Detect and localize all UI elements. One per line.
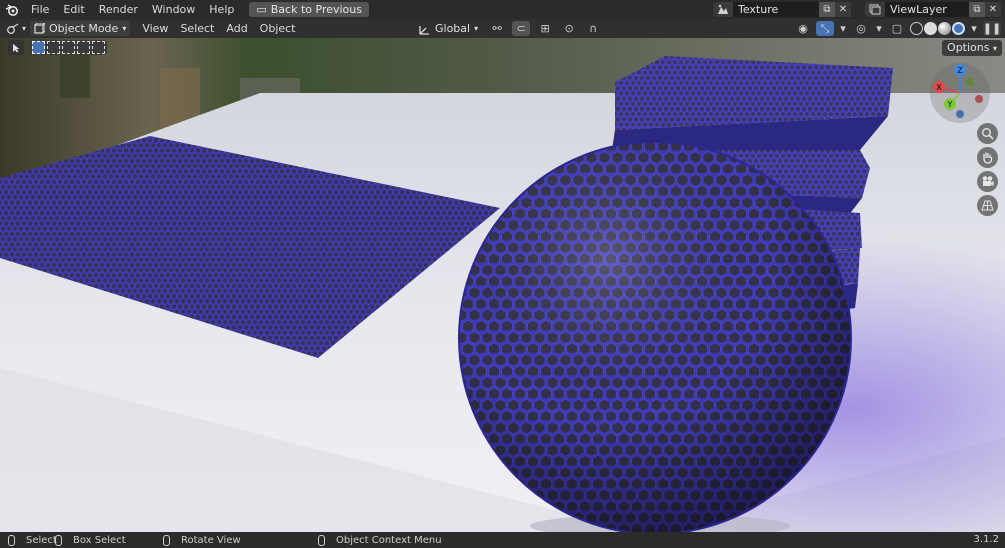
options-label: Options — [947, 41, 990, 54]
zoom-icon[interactable] — [977, 123, 998, 144]
solid-shading-icon[interactable] — [924, 22, 937, 35]
snap-target-icon[interactable]: ⊞ — [536, 21, 554, 36]
mouse-middle-icon — [163, 534, 170, 546]
status-rotate-view: Rotate View — [163, 532, 241, 548]
select-new-icon[interactable] — [32, 41, 45, 54]
menu-select[interactable]: Select — [174, 19, 220, 38]
rendered-shading-icon[interactable] — [952, 22, 965, 35]
scene-name-field[interactable]: Texture — [733, 2, 819, 17]
select-extend-icon[interactable] — [47, 41, 60, 54]
status-select: Select — [8, 532, 57, 548]
editor-type-dropdown[interactable]: ▾ — [6, 22, 27, 35]
status-bar: Select Box Select Rotate View Object Con… — [0, 532, 1005, 548]
shading-modes — [910, 22, 965, 35]
xray-icon[interactable]: ▢ — [888, 21, 906, 36]
3d-viewport-icon — [7, 22, 19, 34]
duplicate-scene-icon[interactable]: ⧉ — [819, 2, 835, 17]
select-intersect-icon[interactable] — [92, 41, 105, 54]
menu-object[interactable]: Object — [254, 19, 302, 38]
chevron-down-icon[interactable]: ▾ — [874, 21, 884, 36]
transform-orientation-dropdown[interactable]: Global ▾ — [414, 21, 482, 36]
status-box-select-label: Box Select — [73, 534, 126, 546]
menu-view[interactable]: View — [136, 19, 174, 38]
status-box-select: Box Select — [55, 532, 126, 548]
viewport-tool-row — [8, 40, 107, 55]
back-to-previous-label: Back to Previous — [270, 3, 362, 16]
status-select-label: Select — [26, 534, 57, 546]
gizmo-toggle-icon[interactable]: ⤡ — [816, 21, 834, 36]
select-subtract-icon[interactable] — [62, 41, 75, 54]
object-mode-icon — [34, 23, 46, 34]
transform-tools: Global ▾ ⚯ ⊂ ⊞ ⊙ ∩ — [410, 19, 602, 38]
viewport-display-controls: ◉ ⤡ ▾ ◎ ▾ ▢ ▾ ❚❚ — [794, 19, 1005, 38]
rendered-scene — [0, 38, 1005, 532]
orientation-label: Global — [435, 22, 471, 35]
status-context-menu: Object Context Menu — [318, 532, 442, 548]
falloff-icon[interactable]: ∩ — [584, 21, 602, 36]
visibility-icon[interactable]: ◉ — [794, 21, 812, 36]
viewlayer-icon[interactable] — [865, 2, 885, 17]
chevron-down-icon: ▾ — [474, 24, 479, 33]
scene-selector: Texture ⧉ ✕ — [713, 2, 851, 17]
screen-icon: ▭ — [256, 3, 267, 16]
3d-viewport[interactable]: Options ▾ Z X Y — [0, 38, 1005, 532]
snap-icon[interactable]: ⊂ — [512, 21, 531, 36]
menu-edit[interactable]: Edit — [56, 0, 91, 19]
select-tool-icon[interactable] — [8, 40, 24, 55]
delete-viewlayer-icon[interactable]: ✕ — [985, 2, 1001, 17]
chevron-down-icon: ▾ — [22, 24, 27, 33]
chevron-down-icon: ▾ — [992, 44, 997, 53]
viewlayer-selector: ViewLayer ⧉ ✕ — [865, 2, 1001, 17]
chevron-down-icon: ▾ — [122, 24, 127, 33]
status-context-menu-label: Object Context Menu — [336, 534, 442, 546]
pan-hand-icon[interactable] — [977, 147, 998, 168]
viewlayer-name-field[interactable]: ViewLayer — [885, 2, 969, 17]
navigation-gizmo[interactable]: Z X Y — [929, 62, 991, 124]
material-preview-icon[interactable] — [938, 22, 951, 35]
orientation-icon — [419, 25, 429, 35]
menu-window[interactable]: Window — [145, 0, 202, 19]
delete-scene-icon[interactable]: ✕ — [835, 2, 851, 17]
pivot-point-icon[interactable]: ⚯ — [488, 21, 506, 36]
menu-file[interactable]: File — [24, 0, 56, 19]
menu-help[interactable]: Help — [202, 0, 241, 19]
mode-label: Object Mode — [49, 22, 119, 35]
proportional-editing-icon[interactable]: ⊙ — [560, 21, 578, 36]
navigation-buttons — [977, 123, 998, 216]
duplicate-viewlayer-icon[interactable]: ⧉ — [969, 2, 985, 17]
gizmo-y-label: Y — [947, 100, 953, 109]
mouse-drag-icon — [55, 534, 62, 546]
mode-dropdown[interactable]: Object Mode ▾ — [30, 21, 131, 36]
top-bar: File Edit Render Window Help ▭ Back to P… — [0, 0, 1005, 19]
chevron-down-icon[interactable]: ▾ — [969, 21, 979, 36]
status-rotate-view-label: Rotate View — [181, 534, 241, 546]
options-dropdown[interactable]: Options ▾ — [942, 40, 1002, 56]
viewport-header: ▾ Object Mode ▾ View Select Add Object G… — [0, 19, 1005, 38]
gizmo-z-label: Z — [957, 66, 963, 75]
back-to-previous-button[interactable]: ▭ Back to Previous — [249, 2, 369, 17]
menu-render[interactable]: Render — [92, 0, 145, 19]
scene-icon[interactable] — [713, 2, 733, 17]
mouse-left-icon — [8, 534, 15, 546]
chevron-down-icon[interactable]: ▾ — [838, 21, 848, 36]
version-label: 3.1.2 — [973, 534, 999, 545]
mouse-right-icon — [318, 534, 325, 546]
selection-modes — [30, 40, 107, 55]
overlays-icon[interactable]: ◎ — [852, 21, 870, 36]
scene-area: Texture ⧉ ✕ ViewLayer ⧉ ✕ — [713, 0, 1005, 19]
perspective-grid-icon[interactable] — [977, 195, 998, 216]
menu-add[interactable]: Add — [220, 19, 253, 38]
wireframe-shading-icon[interactable] — [910, 22, 923, 35]
camera-view-icon[interactable] — [977, 171, 998, 192]
blender-logo-icon[interactable] — [0, 0, 24, 19]
select-invert-icon[interactable] — [77, 41, 90, 54]
gizmo-x-label: X — [936, 83, 942, 92]
pause-render-icon[interactable]: ❚❚ — [983, 21, 1001, 36]
